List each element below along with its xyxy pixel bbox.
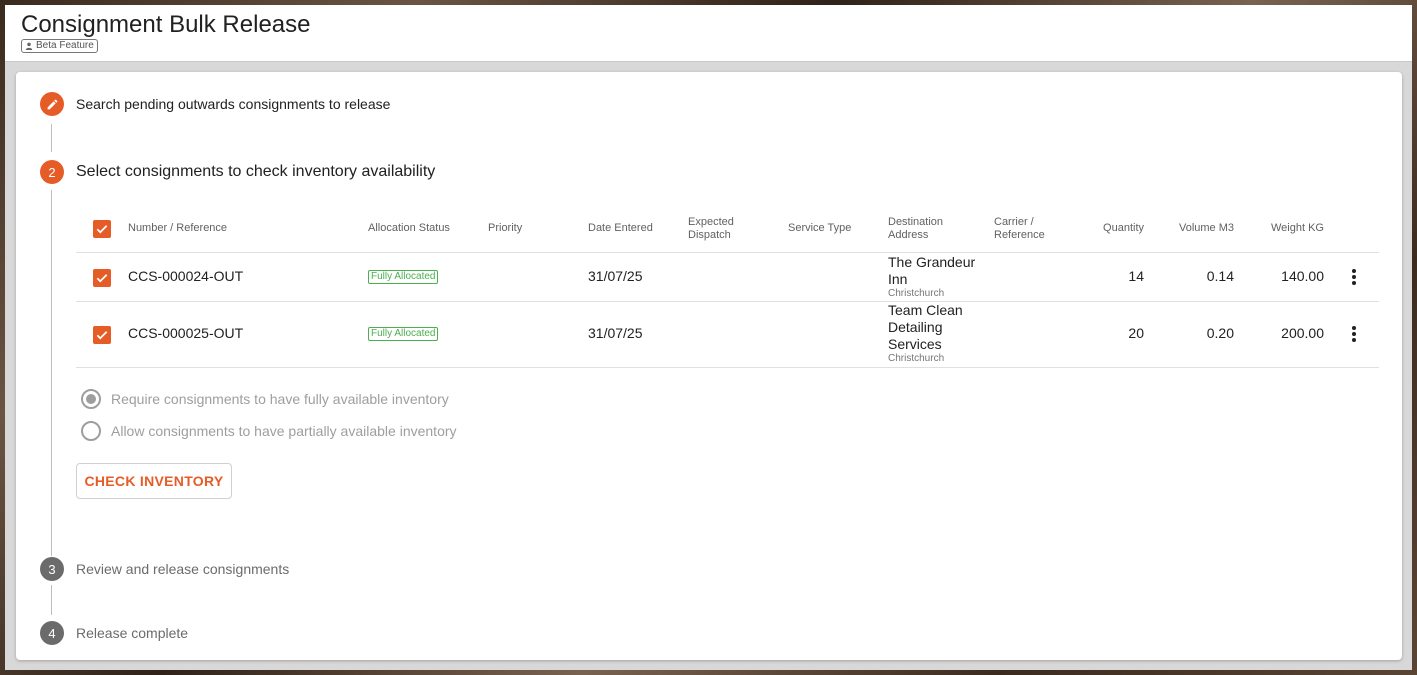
volume-value: 0.20	[1206, 325, 1234, 341]
option-allow-partial-label: Allow consignments to have partially ava…	[111, 423, 457, 439]
destination-city: Christchurch	[888, 353, 945, 364]
person-icon	[25, 42, 33, 50]
col-date-entered[interactable]: Date Entered	[588, 222, 653, 235]
step-connector	[51, 585, 52, 615]
step-3-indicator: 3	[40, 557, 64, 581]
page-header: Consignment Bulk Release Beta Feature	[5, 5, 1412, 62]
stepper-card: Search pending outwards consignments to …	[16, 72, 1402, 660]
destination-city: Christchurch	[888, 288, 945, 299]
option-require-full-label: Require consignments to have fully avail…	[111, 391, 449, 407]
destination-name: Team Clean Detailing Services	[888, 302, 963, 352]
date-entered: 31/07/25	[588, 268, 643, 284]
col-service-type[interactable]: Service Type	[788, 222, 851, 235]
option-allow-partial[interactable]: Allow consignments to have partially ava…	[81, 421, 457, 441]
step-3-label: Review and release consignments	[76, 561, 290, 577]
page-title: Consignment Bulk Release	[21, 11, 311, 38]
select-all-checkbox[interactable]	[93, 220, 111, 238]
consignment-number: CCS-000025-OUT	[128, 325, 244, 341]
step-1-indicator[interactable]	[40, 92, 64, 116]
radio-allow-partial[interactable]	[81, 421, 101, 441]
row-menu-icon[interactable]	[1346, 324, 1362, 344]
col-carrier[interactable]: Carrier / Reference	[994, 216, 1058, 242]
row-checkbox[interactable]	[93, 326, 111, 344]
beta-badge-label: Beta Feature	[36, 40, 94, 51]
pencil-icon	[47, 99, 57, 109]
allocation-status-badge: Fully Allocated	[368, 327, 439, 341]
step-4-indicator: 4	[40, 621, 64, 645]
step-2-label: Select consignments to check inventory a…	[76, 163, 436, 180]
beta-badge: Beta Feature	[21, 39, 98, 53]
check-icon	[96, 331, 108, 340]
app-frame: Consignment Bulk Release Beta Feature Se…	[5, 5, 1412, 670]
col-priority[interactable]: Priority	[488, 222, 522, 235]
destination-address: Team Clean Detailing Services Christchur…	[888, 302, 978, 365]
row-checkbox[interactable]	[93, 269, 111, 287]
allocation-status-badge: Fully Allocated	[368, 270, 439, 284]
check-icon	[96, 225, 108, 234]
col-weight[interactable]: Weight KG	[1246, 222, 1324, 235]
table-row[interactable]: CCS-000024-OUT Fully Allocated 31/07/25 …	[76, 253, 1379, 302]
step-1-label[interactable]: Search pending outwards consignments to …	[76, 96, 390, 112]
col-destination[interactable]: Destination Address	[888, 216, 952, 242]
date-entered: 31/07/25	[588, 325, 643, 341]
weight-value: 140.00	[1281, 268, 1324, 284]
destination-name: The Grandeur Inn	[888, 254, 976, 287]
weight-value: 200.00	[1281, 325, 1324, 341]
consignment-number: CCS-000024-OUT	[128, 268, 244, 284]
option-require-full[interactable]: Require consignments to have fully avail…	[81, 389, 449, 409]
step-connector	[51, 124, 52, 152]
destination-address: The Grandeur Inn Christchurch	[888, 254, 988, 300]
check-inventory-button[interactable]: CHECK INVENTORY	[76, 463, 232, 499]
row-menu-icon[interactable]	[1346, 267, 1362, 287]
table-row[interactable]: CCS-000025-OUT Fully Allocated 31/07/25 …	[76, 302, 1379, 368]
step-2-indicator: 2	[40, 160, 64, 184]
radio-require-full[interactable]	[81, 389, 101, 409]
volume-value: 0.14	[1206, 268, 1234, 284]
col-expected-dispatch[interactable]: Expected Dispatch	[688, 216, 748, 242]
col-allocation[interactable]: Allocation Status	[368, 222, 450, 235]
step-connector	[51, 190, 52, 556]
col-number[interactable]: Number / Reference	[128, 222, 227, 235]
step-4-label: Release complete	[76, 625, 189, 641]
check-icon	[96, 274, 108, 283]
col-volume[interactable]: Volume M3	[1156, 222, 1234, 235]
quantity-value: 20	[1128, 325, 1144, 341]
quantity-value: 14	[1128, 268, 1144, 284]
consignments-table: Number / Reference Allocation Status Pri…	[76, 205, 1379, 368]
table-header: Number / Reference Allocation Status Pri…	[76, 205, 1379, 253]
col-quantity[interactable]: Quantity	[1076, 222, 1144, 235]
